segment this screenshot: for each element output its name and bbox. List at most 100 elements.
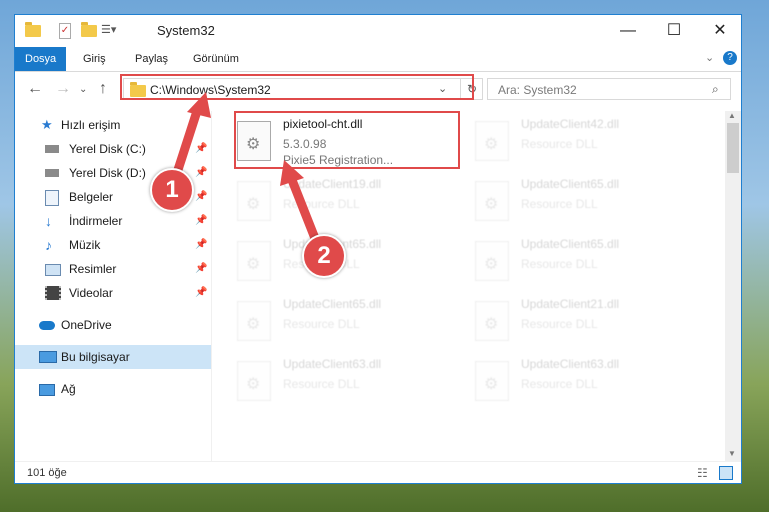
dll-file-icon — [237, 361, 271, 401]
close-button[interactable]: ✕ — [697, 15, 743, 47]
sidebar-item-label: OneDrive — [61, 318, 112, 332]
file-item[interactable]: UpdateClient19.dll Resource DLL — [215, 175, 445, 235]
sidebar-item-this-pc[interactable]: Bu bilgisayar — [15, 345, 211, 369]
dll-file-icon — [237, 241, 271, 281]
file-item[interactable]: UpdateClient63.dll Resource DLL — [215, 355, 445, 415]
window-title: System32 — [157, 23, 215, 38]
sidebar-item-label: İndirmeler — [69, 214, 123, 228]
tab-file[interactable]: Dosya — [15, 47, 67, 71]
music-icon: ♪ — [45, 237, 52, 253]
drive-icon — [45, 145, 59, 153]
sidebar-item-label: Yerel Disk (C:) — [69, 142, 146, 156]
file-description: Resource DLL — [283, 377, 360, 391]
file-name: UpdateClient65.dll — [521, 177, 620, 191]
customize-quick-access-icon[interactable]: ☰▾ — [101, 23, 116, 39]
sidebar-item-label: Belgeler — [69, 190, 114, 204]
file-name: UpdateClient19.dll — [283, 177, 382, 191]
file-name: UpdateClient63.dll — [521, 357, 620, 371]
sidebar-item-label: Yerel Disk (D:) — [69, 166, 146, 180]
maximize-button[interactable]: ☐ — [651, 15, 697, 47]
back-icon[interactable]: ← — [27, 80, 43, 98]
file-name: UpdateClient65.dll — [283, 297, 382, 311]
properties-icon[interactable]: ✓ — [59, 23, 71, 39]
scroll-down-icon[interactable]: ▼ — [728, 449, 736, 458]
sidebar-item-music[interactable]: ♪ Müzik 📌 — [15, 233, 211, 257]
sidebar-item-label: Videolar — [69, 286, 113, 300]
file-item[interactable]: UpdateClient63.dll Resource DLL — [453, 355, 683, 415]
sidebar-item-label: Ağ — [61, 382, 76, 396]
search-icon: ⌕ — [712, 82, 719, 96]
file-name: UpdateClient42.dll — [521, 117, 620, 131]
dll-file-icon — [475, 361, 509, 401]
navigation-pane: ★ Hızlı erişim Yerel Disk (C:) 📌 Yerel D… — [15, 111, 211, 461]
documents-icon — [45, 190, 59, 206]
file-item[interactable]: UpdateClient21.dll Resource DLL — [453, 295, 683, 355]
ribbon: Dosya Giriş Paylaş Görünüm ⌄ ? — [15, 47, 741, 72]
sidebar-item-pictures[interactable]: Resimler 📌 — [15, 257, 211, 281]
videos-icon — [45, 286, 61, 300]
file-description: Resource DLL — [521, 137, 598, 151]
star-icon: ★ — [41, 117, 53, 132]
step-1-badge: 1 — [150, 168, 194, 212]
minimize-button[interactable]: — — [605, 15, 651, 47]
file-description: Resource DLL — [521, 257, 598, 271]
file-name: UpdateClient65.dll — [521, 237, 620, 251]
cloud-icon — [39, 321, 55, 330]
sidebar-item-videos[interactable]: Videolar 📌 — [15, 281, 211, 305]
sidebar-item-downloads[interactable]: ↓ İndirmeler 📌 — [15, 209, 211, 233]
file-name: UpdateClient21.dll — [521, 297, 620, 311]
dll-file-icon — [237, 301, 271, 341]
up-icon[interactable]: ↑ — [99, 80, 107, 98]
pin-icon: 📌 — [195, 191, 208, 202]
pin-icon: 📌 — [195, 215, 208, 226]
search-placeholder: Ara: System32 — [498, 83, 577, 97]
drive-icon — [45, 169, 59, 177]
sidebar-item-onedrive[interactable]: OneDrive — [15, 313, 211, 337]
dll-file-icon — [475, 181, 509, 221]
dll-file-icon — [237, 181, 271, 221]
status-bar: 101 öğe ☷ — [15, 461, 741, 486]
file-item[interactable]: UpdateClient65.dll Resource DLL — [453, 235, 683, 295]
tab-view[interactable]: Görünüm — [183, 47, 249, 71]
sidebar-item-network[interactable]: Ağ — [15, 377, 211, 401]
help-icon[interactable]: ? — [723, 51, 737, 65]
computer-icon — [39, 351, 57, 363]
file-item[interactable]: UpdateClient65.dll Resource DLL — [215, 295, 445, 355]
dll-file-icon — [475, 301, 509, 341]
large-icons-view-icon[interactable] — [719, 466, 733, 480]
search-input[interactable]: Ara: System32 ⌕ — [487, 78, 731, 100]
sidebar-item-drive-c[interactable]: Yerel Disk (C:) 📌 — [15, 137, 211, 161]
file-item[interactable]: UpdateClient65.dll Resource DLL — [453, 175, 683, 235]
scrollbar-thumb[interactable] — [727, 123, 739, 173]
recent-locations-icon[interactable]: ⌄ — [79, 84, 87, 95]
pane-divider — [211, 111, 212, 461]
network-icon — [39, 384, 55, 396]
file-description: Resource DLL — [283, 317, 360, 331]
expand-ribbon-icon[interactable]: ⌄ — [705, 51, 714, 64]
vertical-scrollbar[interactable]: ▲ ▼ — [725, 111, 741, 461]
title-bar: ✓ ☰▾ System32 — ☐ ✕ — [15, 15, 741, 47]
step-2-badge: 2 — [302, 234, 346, 278]
pin-icon: 📌 — [195, 143, 208, 154]
forward-icon[interactable]: → — [55, 80, 71, 98]
details-view-icon[interactable]: ☷ — [697, 466, 708, 480]
file-name: UpdateClient63.dll — [283, 357, 382, 371]
new-folder-icon[interactable] — [81, 22, 97, 39]
tab-share[interactable]: Paylaş — [125, 47, 178, 71]
file-description: Resource DLL — [283, 197, 360, 211]
pin-icon: 📌 — [195, 287, 208, 298]
download-icon: ↓ — [45, 213, 52, 229]
file-description: Resource DLL — [521, 317, 598, 331]
file-highlight-box — [234, 111, 460, 169]
item-count: 101 öğe — [27, 467, 67, 479]
pin-icon: 📌 — [195, 263, 208, 274]
tab-home[interactable]: Giriş — [73, 47, 116, 71]
pin-icon: 📌 — [195, 239, 208, 250]
file-description: Resource DLL — [521, 197, 598, 211]
folder-icon — [25, 22, 41, 39]
dll-file-icon — [475, 121, 509, 161]
file-item[interactable]: UpdateClient42.dll Resource DLL — [453, 115, 683, 175]
scroll-up-icon[interactable]: ▲ — [728, 111, 736, 120]
pin-icon: 📌 — [195, 167, 208, 178]
sidebar-item-quick-access[interactable]: ★ Hızlı erişim — [15, 113, 211, 137]
